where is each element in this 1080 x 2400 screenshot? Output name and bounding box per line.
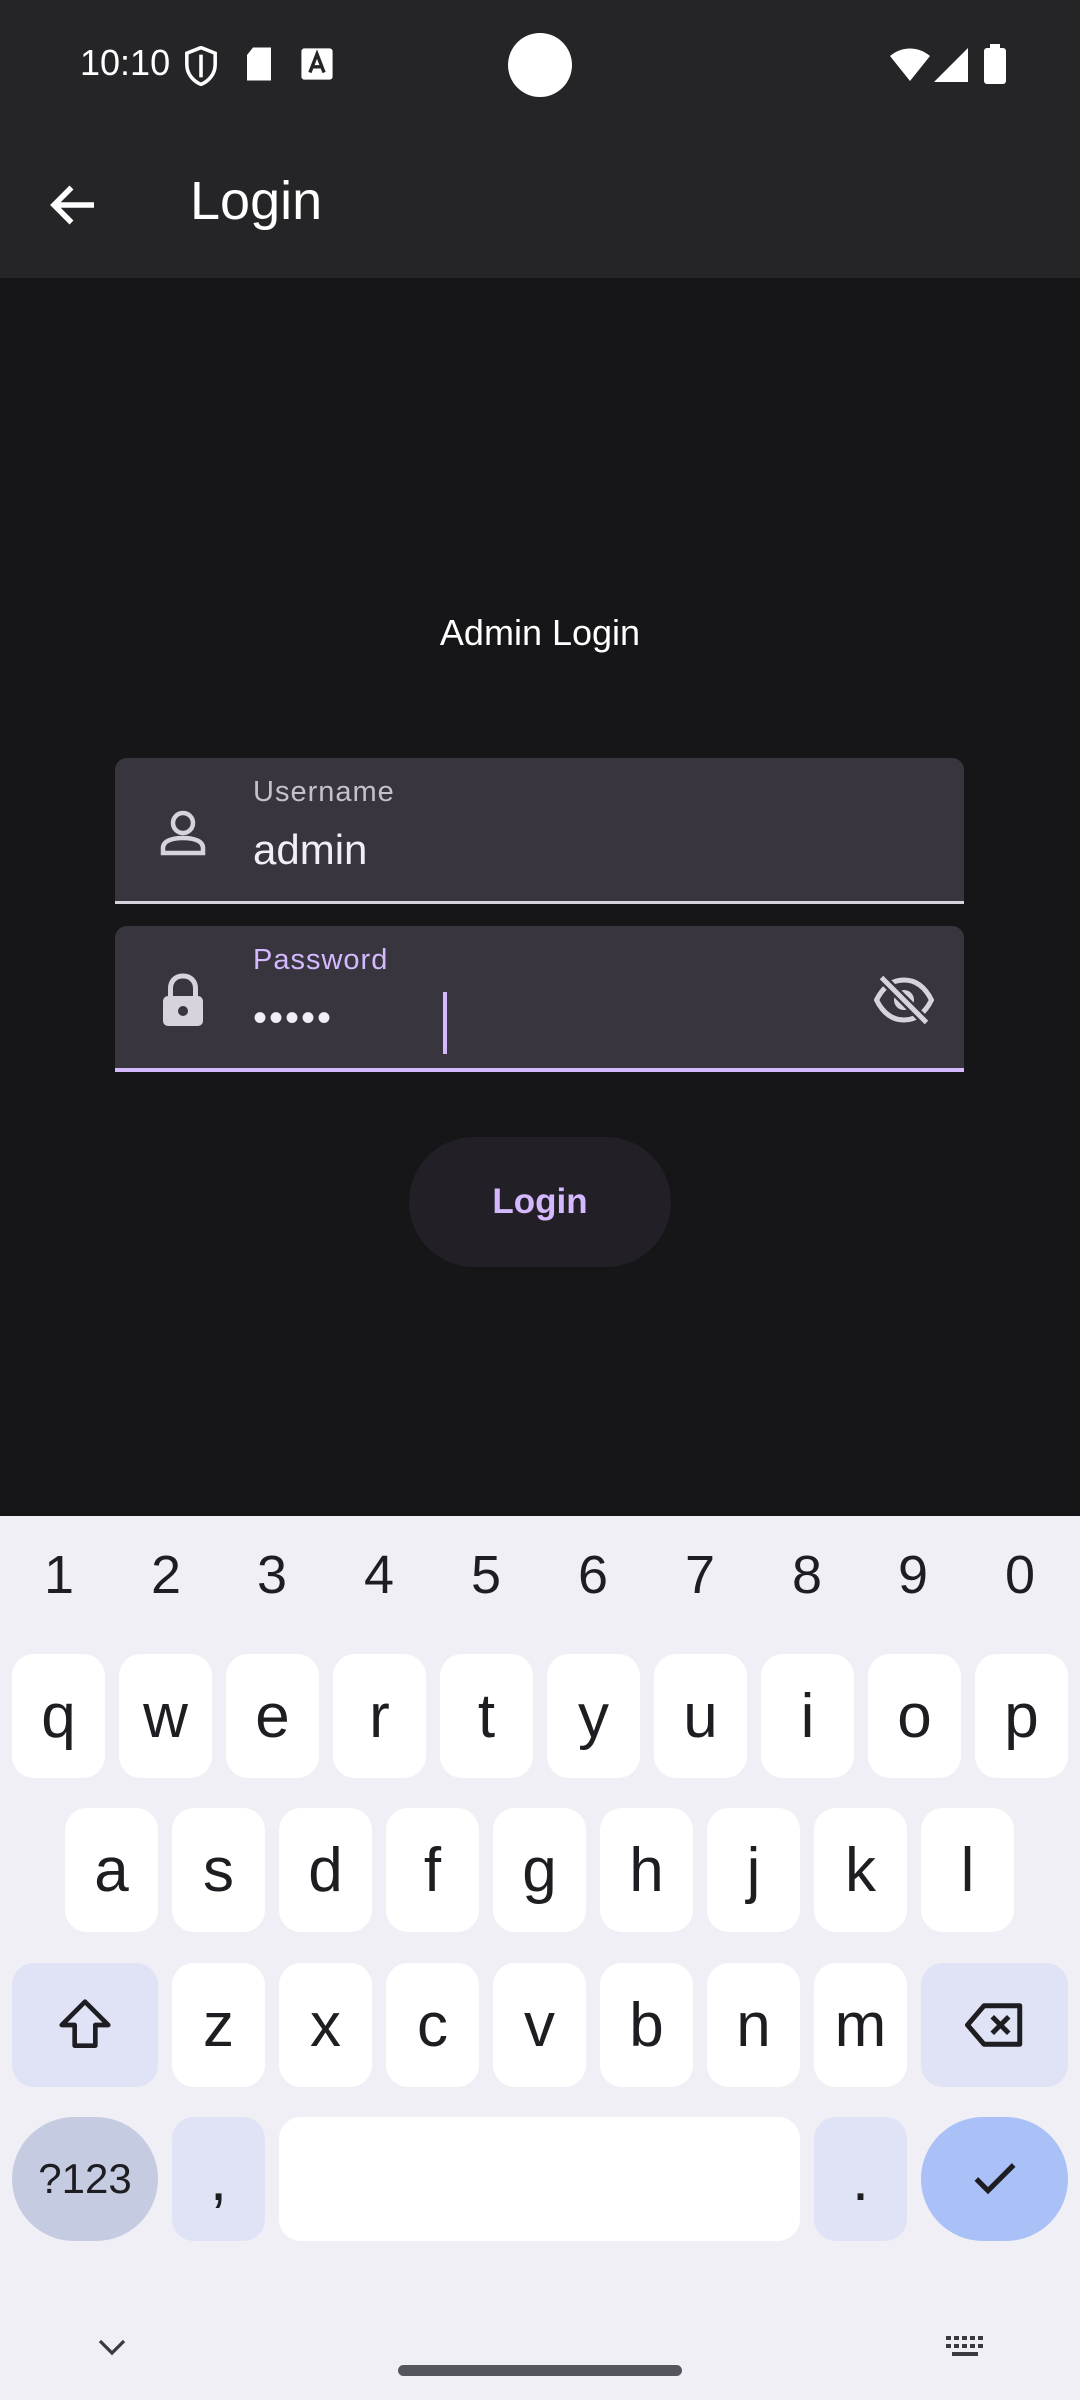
key-3[interactable]: 3 xyxy=(227,1544,317,1606)
cell-signal-icon xyxy=(934,48,968,82)
key-f[interactable]: f xyxy=(386,1808,479,1932)
key-5[interactable]: 5 xyxy=(441,1544,531,1606)
username-label: Username xyxy=(253,776,395,808)
backspace-icon xyxy=(964,2003,1022,2047)
login-heading: Admin Login xyxy=(439,612,641,653)
keyboard-switch-icon[interactable] xyxy=(944,2334,990,2360)
comma-key[interactable]: , xyxy=(172,2117,265,2241)
key-b[interactable]: b xyxy=(600,1963,693,2087)
status-time: 10:10 xyxy=(80,42,171,83)
text-cursor xyxy=(443,992,447,1054)
password-field[interactable]: Password ••••• xyxy=(115,926,964,1072)
shift-key[interactable] xyxy=(12,1963,158,2087)
key-z[interactable]: z xyxy=(172,1963,265,2087)
key-g[interactable]: g xyxy=(493,1808,586,1932)
key-l[interactable]: l xyxy=(921,1808,1014,1932)
key-s[interactable]: s xyxy=(172,1808,265,1932)
home-indicator[interactable] xyxy=(398,2365,682,2376)
key-j[interactable]: j xyxy=(707,1808,800,1932)
key-6[interactable]: 6 xyxy=(548,1544,638,1606)
key-r[interactable]: r xyxy=(333,1654,426,1778)
person-icon xyxy=(160,810,206,856)
soft-keyboard: 1 2 3 4 5 6 7 8 9 0 q w e r t y u i o p … xyxy=(0,1516,1080,2400)
key-x[interactable]: x xyxy=(279,1963,372,2087)
key-0[interactable]: 0 xyxy=(975,1544,1065,1606)
key-e[interactable]: e xyxy=(226,1654,319,1778)
backspace-key[interactable] xyxy=(921,1963,1068,2087)
key-m[interactable]: m xyxy=(814,1963,907,2087)
shift-icon xyxy=(59,1999,111,2048)
app-bar-title: Login xyxy=(190,171,323,231)
key-h[interactable]: h xyxy=(600,1808,693,1932)
key-2[interactable]: 2 xyxy=(121,1544,211,1606)
key-k[interactable]: k xyxy=(814,1808,907,1932)
back-arrow-icon[interactable] xyxy=(44,175,104,235)
key-u[interactable]: u xyxy=(654,1654,747,1778)
battery-icon xyxy=(984,44,1006,84)
key-o[interactable]: o xyxy=(868,1654,961,1778)
key-8[interactable]: 8 xyxy=(762,1544,852,1606)
space-key[interactable] xyxy=(279,2117,800,2241)
visibility-off-icon[interactable] xyxy=(874,970,934,1030)
text-a-icon xyxy=(301,48,333,80)
key-t[interactable]: t xyxy=(440,1654,533,1778)
enter-key[interactable] xyxy=(921,2117,1068,2241)
lock-icon xyxy=(163,973,203,1026)
key-d[interactable]: d xyxy=(279,1808,372,1932)
number-row: 1 2 3 4 5 6 7 8 9 0 xyxy=(0,1544,1080,1624)
sd-card-icon xyxy=(247,47,271,81)
key-y[interactable]: y xyxy=(547,1654,640,1778)
login-button[interactable]: Login xyxy=(409,1137,671,1267)
key-9[interactable]: 9 xyxy=(868,1544,958,1606)
key-w[interactable]: w xyxy=(119,1654,212,1778)
camera-cutout xyxy=(508,33,572,97)
check-icon xyxy=(974,2163,1015,2195)
key-i[interactable]: i xyxy=(761,1654,854,1778)
status-bar: 10:10 xyxy=(0,0,1080,140)
symbols-key[interactable]: ?123 xyxy=(12,2117,158,2241)
key-1[interactable]: 1 xyxy=(14,1544,104,1606)
key-7[interactable]: 7 xyxy=(655,1544,745,1606)
wifi-icon xyxy=(890,48,930,81)
key-a[interactable]: a xyxy=(65,1808,158,1932)
password-label: Password xyxy=(253,944,389,976)
shield-icon xyxy=(185,46,217,86)
key-c[interactable]: c xyxy=(386,1963,479,2087)
key-n[interactable]: n xyxy=(707,1963,800,2087)
username-value: admin xyxy=(253,826,368,873)
username-field[interactable]: Username admin xyxy=(115,758,964,904)
key-v[interactable]: v xyxy=(493,1963,586,2087)
key-q[interactable]: q xyxy=(12,1654,105,1778)
password-value: ••••• xyxy=(253,996,334,1040)
key-p[interactable]: p xyxy=(975,1654,1068,1778)
chevron-down-icon[interactable] xyxy=(94,2332,130,2362)
key-4[interactable]: 4 xyxy=(334,1544,424,1606)
period-key[interactable]: . xyxy=(814,2117,907,2241)
